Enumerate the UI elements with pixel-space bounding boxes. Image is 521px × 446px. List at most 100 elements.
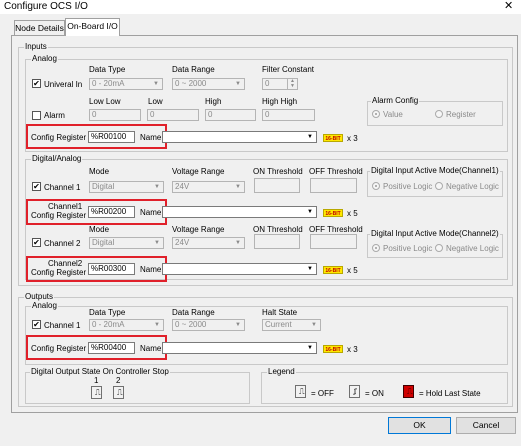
channel1-negative-label: Negative Logic xyxy=(446,182,499,191)
channel1-label: Channel 1 xyxy=(44,183,81,192)
config-register-name-select[interactable]: ▼ xyxy=(162,131,317,143)
data-range-header: Data Range xyxy=(172,65,215,74)
mode-header: Mode xyxy=(89,225,110,234)
universal-in-data-range-select[interactable]: 0 ~ 2000 ▼ xyxy=(172,78,245,90)
spinner-icon[interactable]: ▲ ▼ xyxy=(287,79,297,89)
channel2-negative-radio[interactable] xyxy=(435,244,443,252)
switch-hold-icon: ⎍ xyxy=(403,385,414,398)
channel1-off-threshold-input[interactable] xyxy=(310,178,357,193)
channel1-register-label-2: Config Register xyxy=(31,211,87,220)
chevron-down-icon: ▼ xyxy=(307,209,313,215)
channel1-on-threshold-input[interactable] xyxy=(254,178,300,193)
chevron-down-icon: ▼ xyxy=(154,240,160,246)
channel1-register-input[interactable]: %R00200 xyxy=(88,206,135,218)
low-low-input[interactable]: 0 xyxy=(89,109,141,121)
config-register-input[interactable]: %R00100 xyxy=(88,131,135,143)
off-threshold-header: OFF Threshold xyxy=(309,167,363,176)
output-config-register-input[interactable]: %R00400 xyxy=(88,342,135,354)
chevron-down-icon: ▼ xyxy=(153,81,159,87)
digital-analog-label: Digital/Analog xyxy=(31,154,83,163)
halt-state-select[interactable]: Current ▼ xyxy=(262,319,321,331)
analog-input-label: Analog xyxy=(31,54,58,63)
channel1-register-name-select[interactable]: ▼ xyxy=(162,206,317,218)
alarm-value-label: Value xyxy=(383,110,403,119)
chevron-down-icon: ▼ xyxy=(235,184,241,190)
channel1-voltage-select[interactable]: 24V ▼ xyxy=(172,181,245,193)
low-input[interactable]: 0 xyxy=(147,109,199,121)
off-threshold-header: OFF Threshold xyxy=(309,225,363,234)
channel1-checkbox[interactable]: ✔ xyxy=(32,182,41,191)
filter-constant-input[interactable]: 0 ▲ ▼ xyxy=(262,78,298,90)
alarm-value-radio[interactable] xyxy=(372,110,380,118)
digital-output-stop-group xyxy=(25,372,250,404)
output-register-name-select[interactable]: ▼ xyxy=(162,342,317,354)
name-label: Name: xyxy=(140,344,164,353)
data-type-header: Data Type xyxy=(89,308,126,317)
alarm-checkbox[interactable] xyxy=(32,111,41,120)
chevron-down-icon: ▼ xyxy=(235,322,241,328)
mode-header: Mode xyxy=(89,167,110,176)
filter-constant-header: Filter Constant xyxy=(262,65,315,74)
channel2-register-label-1: Channel2 xyxy=(48,259,83,268)
channel1-mode-select[interactable]: Digital ▼ xyxy=(89,181,164,193)
channel2-negative-label: Negative Logic xyxy=(446,244,499,253)
tab-on-board-io[interactable]: On-Board I/O xyxy=(65,18,120,36)
output-config-register-label: Config Register xyxy=(31,344,87,353)
halt-state-header: Halt State xyxy=(262,308,298,317)
alarm-register-radio[interactable] xyxy=(435,110,443,118)
legend-off-label: = OFF xyxy=(311,389,334,398)
universal-in-label: Univeral In xyxy=(44,80,83,89)
alarm-register-label: Register xyxy=(446,110,476,119)
output-data-range-select[interactable]: 0 ~ 2000 ▼ xyxy=(172,319,245,331)
ok-button[interactable]: OK xyxy=(388,417,451,434)
channel2-label: Channel 2 xyxy=(44,239,81,248)
channel1-negative-radio[interactable] xyxy=(435,182,443,190)
channel2-active-mode-label: Digital Input Active Mode(Channel2) xyxy=(370,229,500,238)
16-bit-icon: 16-BIT xyxy=(323,134,343,142)
digital-output-stop-label: Digital Output State On Controller Stop xyxy=(30,367,170,376)
universal-in-checkbox[interactable]: ✔ xyxy=(32,79,41,88)
output-channel1-label: Channel 1 xyxy=(44,321,81,330)
chevron-down-icon: ▼ xyxy=(307,345,313,351)
channel1-active-mode-label: Digital Input Active Mode(Channel1) xyxy=(370,166,500,175)
high-input[interactable]: 0 xyxy=(205,109,256,121)
channel2-mode-select[interactable]: Digital ▼ xyxy=(89,237,164,249)
tab-node-details[interactable]: Node Details xyxy=(14,20,65,35)
register-multiplier: x 5 xyxy=(347,209,358,218)
switch-off-icon[interactable]: ⎍ xyxy=(113,386,124,399)
cancel-button[interactable]: Cancel xyxy=(456,417,516,434)
channel1-positive-label: Positive Logic xyxy=(383,182,433,191)
channel2-off-threshold-input[interactable] xyxy=(310,234,357,249)
chevron-down-icon: ▼ xyxy=(235,81,241,87)
register-multiplier: x 3 xyxy=(347,134,358,143)
chevron-down-icon: ▼ xyxy=(307,266,313,272)
channel1-register-label-1: Channel1 xyxy=(48,202,83,211)
name-label: Name: xyxy=(140,208,164,217)
name-label: Name: xyxy=(140,265,164,274)
channel2-voltage-select[interactable]: 24V ▼ xyxy=(172,237,245,249)
channel2-checkbox[interactable]: ✔ xyxy=(32,238,41,247)
outputs-group-label: Outputs xyxy=(24,292,55,301)
on-threshold-header: ON Threshold xyxy=(253,225,303,234)
output-data-type-select[interactable]: 0 - 20mA ▼ xyxy=(89,319,164,331)
data-range-header: Data Range xyxy=(172,308,215,317)
chevron-down-icon: ▼ xyxy=(307,134,313,140)
channel2-register-input[interactable]: %R00300 xyxy=(88,263,135,275)
channel2-positive-radio[interactable] xyxy=(372,244,380,252)
switch-off-icon[interactable]: ⎍ xyxy=(91,386,102,399)
analog-output-label: Analog xyxy=(31,301,58,310)
channel1-positive-radio[interactable] xyxy=(372,182,380,190)
on-threshold-header: ON Threshold xyxy=(253,167,303,176)
alarm-label: Alarm xyxy=(44,111,65,120)
16-bit-icon: 16-BIT xyxy=(323,266,343,274)
high-high-header: High High xyxy=(262,97,298,106)
chevron-down-icon: ▼ xyxy=(154,184,160,190)
16-bit-icon: 16-BIT xyxy=(323,209,343,217)
high-high-input[interactable]: 0 xyxy=(262,109,315,121)
close-icon[interactable]: ✕ xyxy=(504,0,513,12)
chevron-down-icon: ▼ xyxy=(154,322,160,328)
universal-in-data-type-select[interactable]: 0 - 20mA ▼ xyxy=(89,78,163,90)
channel2-on-threshold-input[interactable] xyxy=(254,234,300,249)
output-channel1-checkbox[interactable]: ✔ xyxy=(32,320,41,329)
channel2-register-name-select[interactable]: ▼ xyxy=(162,263,317,275)
